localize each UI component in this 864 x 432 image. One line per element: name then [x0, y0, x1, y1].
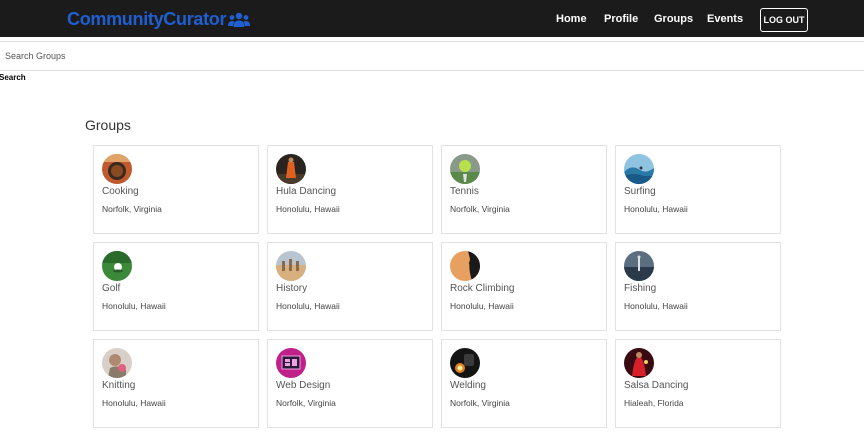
group-location: Norfolk, Virginia: [450, 398, 510, 408]
group-name: Rock Climbing: [450, 283, 515, 294]
group-name: Web Design: [276, 380, 331, 391]
group-avatar: [102, 251, 132, 281]
group-card[interactable]: Rock Climbing Honolulu, Hawaii: [441, 242, 607, 331]
nav-home-link[interactable]: Home: [556, 13, 587, 25]
group-avatar: [276, 348, 306, 378]
group-avatar: [624, 154, 654, 184]
group-location: Honolulu, Hawaii: [450, 301, 514, 311]
group-name: Cooking: [102, 186, 139, 197]
brand-name: CommunityCurator: [67, 9, 227, 29]
brand-logo-link[interactable]: CommunityCurator: [67, 9, 251, 30]
group-location: Honolulu, Hawaii: [276, 301, 340, 311]
nav-events-link[interactable]: Events: [707, 13, 743, 25]
group-name: Surfing: [624, 186, 656, 197]
group-location: Honolulu, Hawaii: [102, 301, 166, 311]
group-name: History: [276, 283, 308, 294]
group-card[interactable]: Golf Honolulu, Hawaii: [93, 242, 259, 331]
group-avatar: [450, 348, 480, 378]
group-card[interactable]: Welding Norfolk, Virginia: [441, 339, 607, 428]
group-avatar: [102, 154, 132, 184]
group-location: Honolulu, Hawaii: [624, 204, 688, 214]
group-avatar: [276, 154, 306, 184]
group-card[interactable]: Surfing Honolulu, Hawaii: [615, 145, 781, 234]
group-location: Honolulu, Hawaii: [276, 204, 340, 214]
group-avatar: [624, 251, 654, 281]
nav-profile-link[interactable]: Profile: [604, 13, 638, 25]
group-card[interactable]: Knitting Honolulu, Hawaii: [93, 339, 259, 428]
group-avatar: [450, 251, 480, 281]
group-location: Norfolk, Virginia: [276, 398, 336, 408]
nav-groups-link[interactable]: Groups: [654, 13, 693, 25]
group-location: Honolulu, Hawaii: [102, 398, 166, 408]
group-name: Welding: [450, 380, 486, 391]
group-card[interactable]: Web Design Norfolk, Virginia: [267, 339, 433, 428]
group-card[interactable]: Tennis Norfolk, Virginia: [441, 145, 607, 234]
group-name: Fishing: [624, 283, 657, 294]
search-bar: [0, 41, 864, 71]
group-avatar: [624, 348, 654, 378]
search-input[interactable]: [0, 42, 864, 70]
page-title: Groups: [85, 117, 131, 133]
group-card[interactable]: Hula Dancing Honolulu, Hawaii: [267, 145, 433, 234]
group-name: Hula Dancing: [276, 186, 337, 197]
group-card[interactable]: History Honolulu, Hawaii: [267, 242, 433, 331]
group-location: Honolulu, Hawaii: [624, 301, 688, 311]
group-card[interactable]: Fishing Honolulu, Hawaii: [615, 242, 781, 331]
group-avatar: [102, 348, 132, 378]
group-card[interactable]: Cooking Norfolk, Virginia: [93, 145, 259, 234]
search-button[interactable]: Search: [0, 73, 26, 82]
group-name: Knitting: [102, 380, 136, 391]
logout-button[interactable]: LOG OUT: [760, 8, 808, 32]
group-card[interactable]: Salsa Dancing Hialeah, Florida: [615, 339, 781, 428]
groups-grid: Cooking Norfolk, Virginia Hula Dancing H…: [93, 145, 781, 428]
group-location: Norfolk, Virginia: [102, 204, 162, 214]
group-name: Salsa Dancing: [624, 380, 689, 391]
group-location: Hialeah, Florida: [624, 398, 684, 408]
group-avatar: [276, 251, 306, 281]
people-group-icon: [228, 12, 251, 28]
group-avatar: [450, 154, 480, 184]
top-navbar: CommunityCurator Home Profile Groups Eve…: [0, 0, 864, 37]
group-name: Golf: [102, 283, 121, 294]
group-location: Norfolk, Virginia: [450, 204, 510, 214]
group-name: Tennis: [450, 186, 479, 197]
